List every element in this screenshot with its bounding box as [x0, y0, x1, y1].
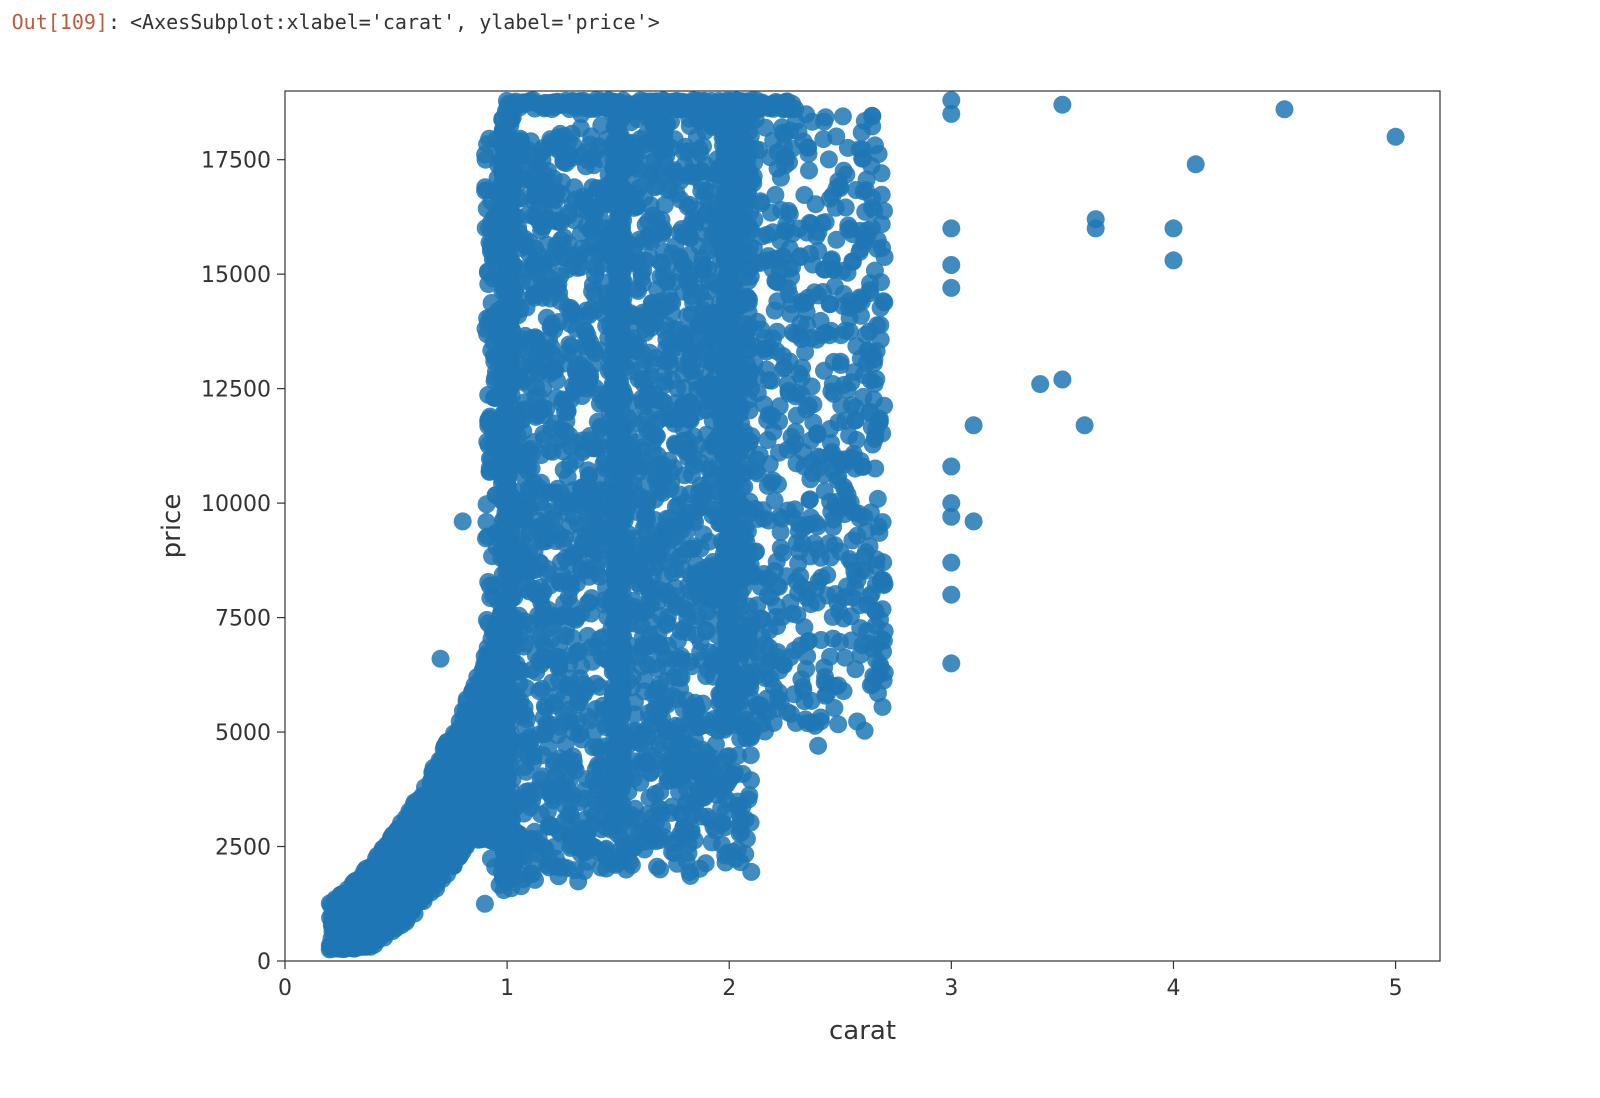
y-tick-label: 15000 [201, 263, 271, 288]
y-tick-label: 10000 [201, 492, 271, 517]
y-tick-label: 12500 [201, 378, 271, 403]
y-tick-label: 5000 [215, 721, 271, 746]
x-axis-label: carat [829, 1016, 896, 1046]
output-repr: <AxesSubplot:xlabel='carat', ylabel='pri… [130, 8, 660, 36]
y-tick-label: 0 [257, 950, 271, 975]
out-number: 109 [60, 10, 96, 34]
x-tick-label: 0 [278, 976, 292, 1001]
x-tick-label: 3 [944, 976, 958, 1001]
x-tick-label: 4 [1166, 976, 1180, 1001]
matplotlib-figure: 0 1 2 3 4 5 0 2500 5000 7500 10000 12500 15000 17500 c… [130, 66, 1600, 1066]
x-tick-label: 1 [500, 976, 514, 1001]
y-tick-label: 17500 [201, 149, 271, 174]
out-label: Out [12, 10, 48, 34]
y-axis-label: price [157, 494, 187, 559]
scatter-plot: 0 1 2 3 4 5 0 2500 5000 7500 10000 12500 15000 17500 c… [130, 66, 1470, 1066]
y-tick-label: 7500 [215, 607, 271, 632]
x-tick-label: 5 [1389, 976, 1403, 1001]
y-tick-label: 2500 [215, 836, 271, 861]
scatter-points [321, 91, 1405, 958]
x-tick-label: 2 [722, 976, 736, 1001]
output-prompt: Out[109]: [0, 8, 130, 36]
